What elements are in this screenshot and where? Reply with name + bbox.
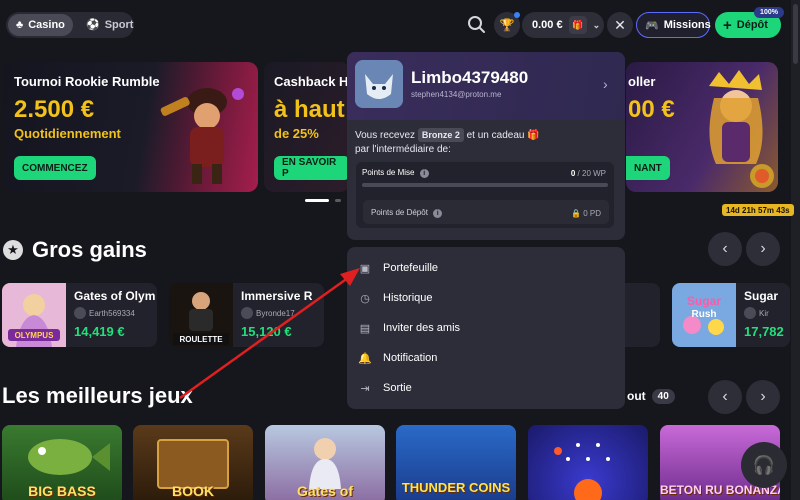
annotation-arrow-head (340, 268, 360, 286)
annotation-arrow-line (179, 273, 353, 400)
annotation-arrow (179, 268, 360, 400)
